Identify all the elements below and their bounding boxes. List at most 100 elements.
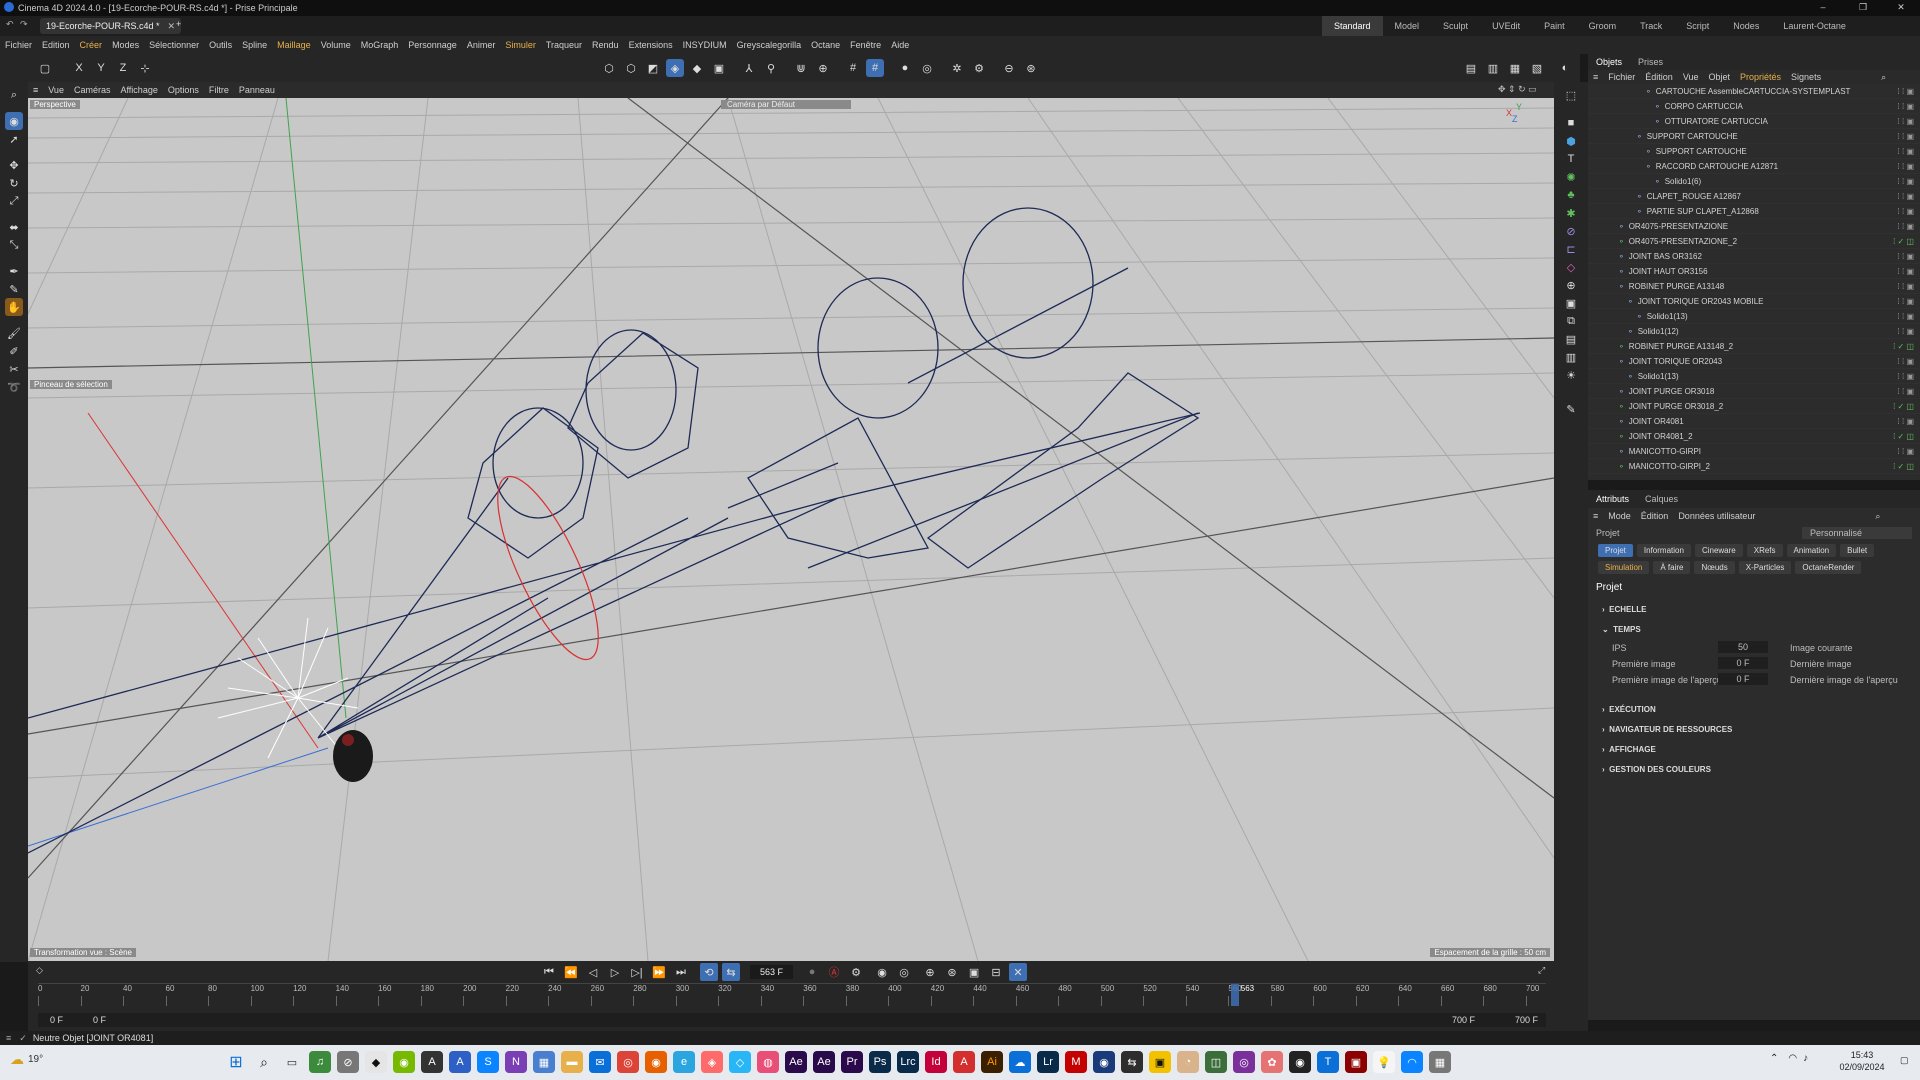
app-nvidia-icon[interactable]: ◉ [393,1051,415,1073]
attr-tab-cineware[interactable]: Cineware [1694,544,1743,557]
render-picture-viewer-icon[interactable]: ▥ [1484,59,1502,77]
tab-objets[interactable]: Objets [1588,57,1630,67]
object-row[interactable]: ⚬ JOINT BAS OR3162 ⁞ ⁞ ▣ [1588,249,1920,264]
prev-frame-icon[interactable]: ◁ [584,963,602,981]
camera-icon[interactable]: ▣ [1562,294,1580,312]
attr-hamburger-icon[interactable]: ≡ [1588,511,1603,521]
attr-tab-bullet[interactable]: Bullet [1840,544,1875,557]
knife-icon[interactable]: ✂ [5,360,23,378]
layout-nodes[interactable]: Nodes [1721,21,1771,31]
app-after-effects-icon[interactable]: Ae [785,1051,807,1073]
3d-viewport[interactable]: X Y Z Perspective Caméra par Défaut Pinc… [28,98,1554,961]
object-mode-icon[interactable]: ▣ [710,59,728,77]
object-tags[interactable]: ⁞ ⁞ ▣ [1898,387,1914,396]
object-row[interactable]: ⚬ JOINT TORIQUE OR2043 ⁞ ⁞ ▣ [1588,354,1920,369]
axis-z-lock-icon[interactable]: Z [114,59,132,77]
object-row[interactable]: ⚬ Solido1(6) ⁞ ⁞ ▣ [1588,174,1920,189]
polygons-mode-icon[interactable]: ◩ [644,59,662,77]
object-tags[interactable]: ⁞ ✓ ◫ [1893,342,1914,351]
object-row[interactable]: ⚬ RACCORD CARTOUCHE A12871 ⁞ ⁞ ▣ [1588,159,1920,174]
uv-mode-icon[interactable]: ◆ [688,59,706,77]
symmetry-icon[interactable]: ✲ [948,59,966,77]
range-bar[interactable]: 0 F 0 F 700 F 700 F [38,1013,1546,1027]
tab-calques[interactable]: Calques [1637,494,1686,504]
current-frame-field[interactable]: 563 F [750,965,794,979]
object-row[interactable]: ⚬ Solido1(13) ⁞ ⁞ ▣ [1588,369,1920,384]
volume-icon[interactable]: ◇ [1562,258,1580,276]
range-start-a[interactable]: 0 F [50,1015,63,1025]
app-marvelous-icon[interactable]: M [1065,1051,1087,1073]
object-row[interactable]: ⚬ CLAPET_ROUGE A12867 ⁞ ⁞ ▣ [1588,189,1920,204]
object-row[interactable]: ⚬ JOINT HAUT OR3156 ⁞ ⁞ ▣ [1588,264,1920,279]
section-echelle[interactable]: › ECHELLE [1588,599,1920,619]
spline-icon[interactable]: ⊏ [1562,240,1580,258]
key-all-icon[interactable]: ✕ [1009,963,1028,981]
vp-menu-affichage[interactable]: Affichage [115,85,162,95]
app-after-effects-2-icon[interactable]: Ae [813,1051,835,1073]
obj-menu-fichier[interactable]: Fichier [1603,72,1640,82]
tray-chevron-icon[interactable]: ⌃ [1770,1053,1778,1064]
object-row[interactable]: ⚬ CORPO CARTUCCIA ⁞ ⁞ ▣ [1588,99,1920,114]
app-word-icon[interactable]: A [449,1051,471,1073]
layout-script[interactable]: Script [1674,21,1721,31]
object-row[interactable]: ⚬ SUPPORT CARTOUCHE ⁞ ⁞ ▣ [1588,129,1920,144]
new-tab-button[interactable]: + [176,19,181,29]
vp-menu-cameras[interactable]: Caméras [69,85,116,95]
obj-search-icon[interactable]: ⌕ [1876,72,1891,83]
app-onedrive-icon[interactable]: ☁ [1009,1051,1031,1073]
null-object-icon[interactable]: ⬚ [1562,86,1580,104]
snap-enable-icon[interactable]: # [866,59,884,77]
menu-fenetre[interactable]: Fenêtre [845,40,886,50]
object-tags[interactable]: ⁞ ⁞ ▣ [1898,252,1914,261]
menu-greyscalegorilla[interactable]: Greyscalegorilla [732,40,807,50]
obj-menu-vue[interactable]: Vue [1678,72,1704,82]
menu-aide[interactable]: Aide [886,40,914,50]
menu-insydium[interactable]: INSYDIUM [678,40,732,50]
viewport-navigation-icons[interactable]: ✥ ⇕ ↻ ▭ [1498,84,1537,95]
edit-icon[interactable]: ✎ [1562,400,1580,418]
object-tags[interactable]: ⁞ ⁞ ▣ [1898,447,1914,456]
menu-extensions[interactable]: Extensions [624,40,678,50]
section-navigateur[interactable]: › NAVIGATEUR DE RESSOURCES [1588,719,1920,739]
close-tab-icon[interactable]: ✕ [168,21,176,32]
object-tags[interactable]: ⁞ ⁞ ▣ [1898,417,1914,426]
maximize-button[interactable]: ❐ [1848,2,1878,13]
key-point-icon[interactable]: ⊟ [987,963,1005,981]
app-teams-icon[interactable]: T [1317,1051,1339,1073]
undo-icon[interactable]: ↶ [6,19,14,30]
timeline-expand-icon[interactable]: ⤢ [1538,965,1545,976]
section-couleurs[interactable]: › GESTION DES COULEURS [1588,759,1920,779]
prev-key-icon[interactable]: ⏪ [562,963,580,981]
redo-icon[interactable]: ↷ [20,19,28,30]
snap-grid-icon[interactable]: # [844,59,862,77]
menu-traqueur[interactable]: Traqueur [541,40,587,50]
attr-tab-octanerender[interactable]: OctaneRender [1795,561,1862,574]
attr-menu-donnees[interactable]: Données utilisateur [1673,511,1760,521]
axis-mode-icon[interactable]: ⅄ [740,59,758,77]
playhead[interactable] [1230,984,1239,1006]
menu-volume[interactable]: Volume [316,40,356,50]
notifications-icon[interactable]: ▢ [1900,1055,1909,1066]
cube-icon[interactable]: ■ [1562,114,1580,132]
object-row[interactable]: ⚬ CARTOUCHE AssembleCARTUCCIA-SYSTEMPLAST… [1588,84,1920,99]
object-tags[interactable]: ⁞ ⁞ ▣ [1898,192,1914,201]
attr-tab-animation[interactable]: Animation [1786,544,1837,557]
object-row[interactable]: ⚬ OR4075-PRESENTAZIONE ⁞ ⁞ ▣ [1588,219,1920,234]
attr-tab-information[interactable]: Information [1636,544,1691,557]
lasso-icon[interactable]: ➰ [5,378,23,396]
object-row[interactable]: ⚬ OR4075-PRESENTAZIONE_2 ⁞ ✓ ◫ [1588,234,1920,249]
placement-icon[interactable]: ⤡ [5,236,23,254]
first-image-field[interactable]: 0 F [1718,657,1768,669]
autokey-icon[interactable]: Ⓐ [825,963,843,981]
render-queue-icon[interactable]: ▧ [1528,59,1546,77]
section-temps[interactable]: ⌄ TEMPS [1588,619,1920,639]
object-row[interactable]: ⚬ Solido1(13) ⁞ ⁞ ▣ [1588,309,1920,324]
object-row[interactable]: ⚬ ROBINET PURGE A13148 ⁞ ⁞ ▣ [1588,279,1920,294]
field-icon[interactable]: ⊘ [1562,222,1580,240]
tweak-icon[interactable]: ⚲ [762,59,780,77]
tray-network-icon[interactable]: ◠ [1788,1053,1797,1064]
app-edge-icon[interactable]: e [673,1051,695,1073]
viewport-hamburger-icon[interactable]: ≡ [28,85,43,95]
object-row[interactable]: ⚬ JOINT PURGE OR3018_2 ⁞ ✓ ◫ [1588,399,1920,414]
obj-menu-signets[interactable]: Signets [1786,72,1826,82]
